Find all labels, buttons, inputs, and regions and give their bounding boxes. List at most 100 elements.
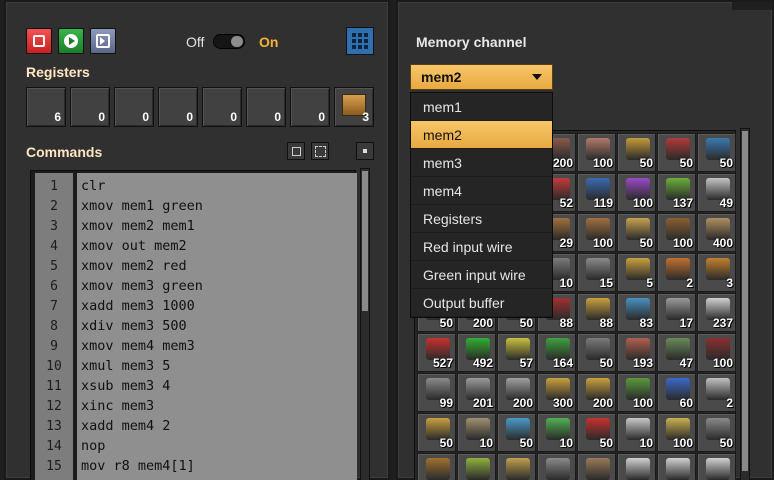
line-number: 13 xyxy=(46,419,62,434)
signal-slot[interactable]: 164 xyxy=(537,333,576,372)
dropdown-option[interactable]: mem3 xyxy=(411,149,552,177)
dropdown-option[interactable]: mem2 xyxy=(411,121,552,149)
signal-slot[interactable] xyxy=(457,453,496,480)
dropdown-option[interactable]: mem4 xyxy=(411,177,552,205)
signal-count: 88 xyxy=(599,316,613,330)
signal-slot[interactable] xyxy=(577,453,616,480)
signal-grid-scroll-thumb[interactable] xyxy=(742,131,748,471)
register-value: 0 xyxy=(142,110,149,124)
item-icon xyxy=(506,458,530,480)
signal-slot[interactable]: 100 xyxy=(697,333,736,372)
signal-slot[interactable] xyxy=(697,453,736,480)
signal-slot[interactable]: 17 xyxy=(657,293,696,332)
stop-button[interactable] xyxy=(26,28,52,54)
memory-channel-dropdown[interactable]: mem2 xyxy=(410,64,553,90)
line-number: 12 xyxy=(46,399,62,414)
dropdown-option[interactable]: Green input wire xyxy=(411,261,552,289)
signal-slot[interactable]: 50 xyxy=(617,133,656,172)
register-slot[interactable]: 0 xyxy=(246,87,286,127)
signal-slot[interactable]: 200 xyxy=(577,373,616,412)
signal-slot[interactable]: 193 xyxy=(617,333,656,372)
register-slot[interactable]: 0 xyxy=(158,87,198,127)
signal-slot[interactable]: 50 xyxy=(497,413,536,452)
code-text-area[interactable]: clr xmov mem1 green xmov mem2 mem1 xmov out… xyxy=(77,173,357,480)
commands-scroll-thumb[interactable] xyxy=(362,171,368,311)
signal-slot[interactable]: 50 xyxy=(617,213,656,252)
register-slot[interactable]: 0 xyxy=(114,87,154,127)
signal-slot[interactable]: 60 xyxy=(657,373,696,412)
signal-slot[interactable]: 10 xyxy=(457,413,496,452)
signal-slot[interactable]: 50 xyxy=(577,333,616,372)
dropdown-selected-value: mem2 xyxy=(421,69,462,85)
signal-count: 200 xyxy=(472,316,493,330)
paste-button[interactable] xyxy=(311,142,329,160)
signal-slot[interactable]: 83 xyxy=(617,293,656,332)
signal-slot[interactable]: 50 xyxy=(657,133,696,172)
signal-count: 17 xyxy=(679,316,693,330)
commands-scrollbar[interactable] xyxy=(360,168,370,480)
signal-count: 100 xyxy=(632,196,653,210)
signal-slot[interactable]: 10 xyxy=(617,413,656,452)
signal-slot[interactable] xyxy=(617,453,656,480)
register-value: 0 xyxy=(274,110,281,124)
signal-slot[interactable]: 15 xyxy=(577,253,616,292)
signal-slot[interactable]: 200 xyxy=(497,373,536,412)
signal-slot[interactable]: 5 xyxy=(617,253,656,292)
register-slot[interactable]: 0 xyxy=(290,87,330,127)
signal-count: 50 xyxy=(679,156,693,170)
dropdown-option[interactable]: Red input wire xyxy=(411,233,552,261)
signal-slot[interactable]: 50 xyxy=(697,133,736,172)
signal-slot[interactable]: 99 xyxy=(417,373,456,412)
signal-slot[interactable] xyxy=(417,453,456,480)
signal-slot[interactable]: 10 xyxy=(537,413,576,452)
register-slot[interactable]: 0 xyxy=(202,87,242,127)
signal-count: 200 xyxy=(512,396,533,410)
power-toggle[interactable] xyxy=(213,34,245,49)
dropdown-option[interactable]: Registers xyxy=(411,205,552,233)
code-line: xsub mem3 4 xyxy=(81,378,171,394)
signal-slot[interactable]: 50 xyxy=(697,413,736,452)
signal-slot[interactable]: 527 xyxy=(417,333,456,372)
grid-view-button[interactable] xyxy=(346,27,374,55)
signal-slot[interactable]: 119 xyxy=(577,173,616,212)
register-slot[interactable]: 3 xyxy=(334,87,374,127)
signal-slot[interactable] xyxy=(537,453,576,480)
copy-icon xyxy=(292,147,301,156)
signal-slot[interactable]: 100 xyxy=(657,413,696,452)
code-line: xdiv mem3 500 xyxy=(81,318,187,334)
run-button[interactable] xyxy=(58,28,84,54)
signal-slot[interactable]: 137 xyxy=(657,173,696,212)
command-editor[interactable]: 1 2 3 4 5 6 7 8 9 10 11 12 13 14 15 clr xmov mem1 green… xyxy=(30,170,357,480)
signal-slot[interactable]: 300 xyxy=(537,373,576,412)
signal-slot[interactable]: 57 xyxy=(497,333,536,372)
wiki-button[interactable] xyxy=(356,142,374,160)
signal-slot[interactable]: 47 xyxy=(657,333,696,372)
signal-slot[interactable]: 237 xyxy=(697,293,736,332)
signal-slot[interactable]: 49 xyxy=(697,173,736,212)
signal-slot[interactable]: 2 xyxy=(657,253,696,292)
dropdown-option[interactable]: Output buffer xyxy=(411,289,552,317)
signal-slot[interactable]: 100 xyxy=(617,173,656,212)
signal-slot[interactable]: 492 xyxy=(457,333,496,372)
signal-slot[interactable]: 50 xyxy=(417,413,456,452)
copy-button[interactable] xyxy=(287,142,305,160)
signal-slot[interactable]: 50 xyxy=(577,413,616,452)
item-icon xyxy=(466,458,490,480)
signal-slot[interactable] xyxy=(657,453,696,480)
signal-slot[interactable]: 201 xyxy=(457,373,496,412)
signal-slot[interactable]: 3 xyxy=(697,253,736,292)
signal-slot[interactable]: 100 xyxy=(657,213,696,252)
register-slot[interactable]: 0 xyxy=(70,87,110,127)
signal-slot[interactable]: 100 xyxy=(577,213,616,252)
signal-slot[interactable]: 88 xyxy=(577,293,616,332)
signal-slot[interactable]: 400 xyxy=(697,213,736,252)
register-slot[interactable]: 6 xyxy=(26,87,66,127)
step-button[interactable] xyxy=(90,28,116,54)
signal-slot[interactable]: 100 xyxy=(617,373,656,412)
signal-grid-scrollbar[interactable] xyxy=(740,128,750,480)
signal-slot[interactable]: 2 xyxy=(697,373,736,412)
dropdown-option[interactable]: mem1 xyxy=(411,93,552,121)
signal-slot[interactable]: 100 xyxy=(577,133,616,172)
code-line: xmul mem3 5 xyxy=(81,358,171,374)
signal-slot[interactable] xyxy=(497,453,536,480)
